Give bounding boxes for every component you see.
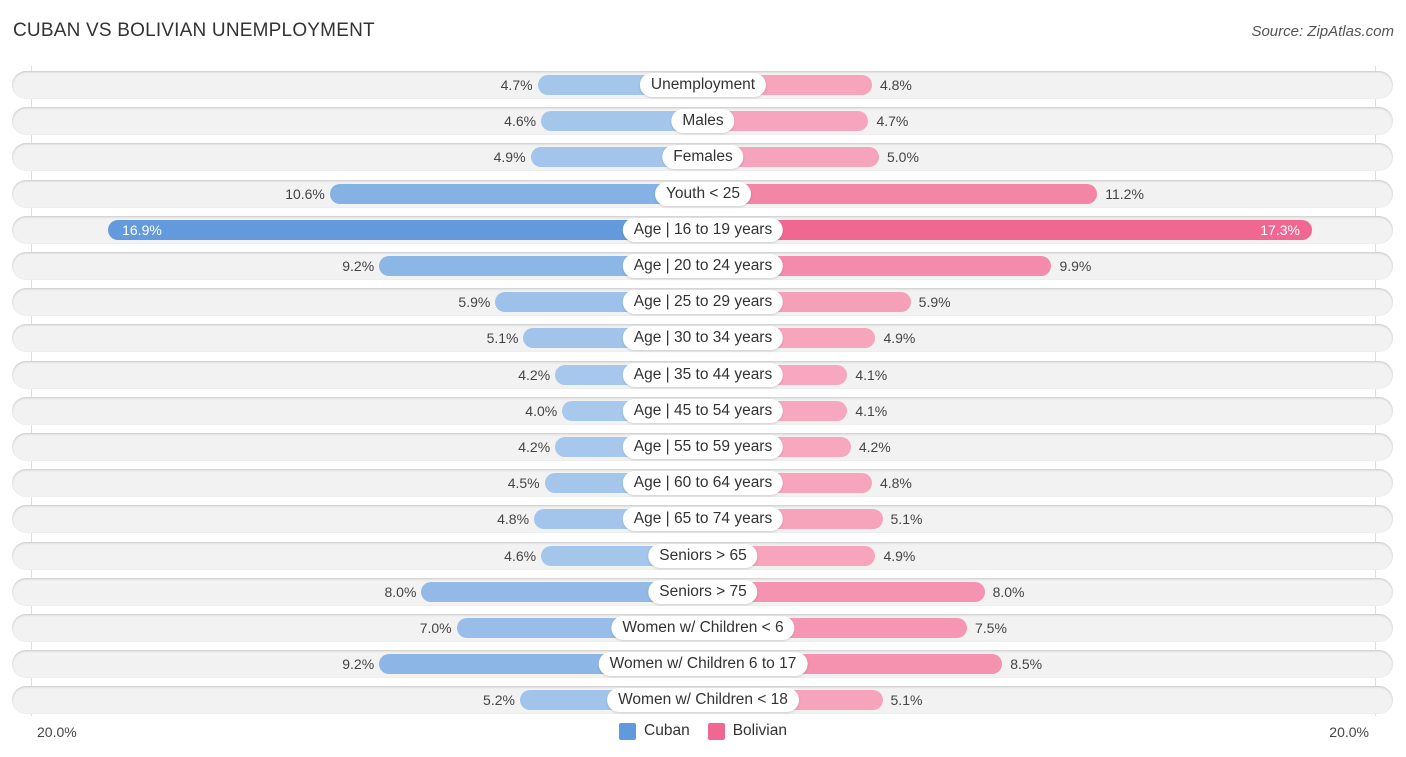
category-label: Age | 45 to 54 years [622,398,784,423]
value-label-bolivian: 7.5% [975,620,1007,636]
category-label: Age | 65 to 74 years [622,507,784,532]
value-label-cuban: 4.8% [497,511,530,528]
value-label-cuban: 9.2% [342,258,375,274]
value-label-cuban: 4.5% [507,475,540,492]
category-label: Females [662,145,744,170]
value-label-bolivian: 11.2% [1105,185,1144,202]
value-label-bolivian: 8.0% [992,583,1025,600]
category-label: Women w/ Children < 6 [611,616,795,640]
value-label-cuban: 4.6% [504,113,537,130]
value-label-bolivian: 5.0% [887,149,919,166]
bar-bolivian[interactable] [703,219,1312,240]
value-label-cuban: 10.6% [285,185,325,202]
category-label: Age | 60 to 64 years [622,471,784,496]
value-label-cuban: 9.2% [342,656,375,673]
category-label: Age | 20 to 24 years [622,254,784,278]
chart-area: 4.7% 4.8% Unemployment 4.6% 4.7% Males 4.9% 5.0… [0,0,1406,757]
category-label: Age | 35 to 44 years [622,362,784,387]
value-label-cuban: 4.0% [525,402,558,419]
value-label-bolivian: 4.9% [883,547,916,564]
value-label-cuban: 4.9% [493,149,526,166]
value-label-cuban: 4.2% [518,366,551,383]
category-label: Youth < 25 [655,181,751,206]
value-label-cuban: 5.1% [486,330,519,347]
bar-cuban[interactable] [108,219,703,240]
category-label: Age | 16 to 19 years [622,217,784,242]
category-label: Age | 25 to 29 years [622,290,784,315]
value-label-bolivian: 5.9% [918,294,951,311]
legend-label-cuban: Cuban [644,722,690,739]
bar-bolivian[interactable] [703,183,1098,204]
value-label-bolivian: 5.1% [890,692,923,709]
legend-swatch-cuban [619,722,637,740]
category-label: Women w/ Children 6 to 17 [598,652,808,677]
value-label-bolivian: 4.8% [879,77,912,93]
value-label-bolivian: 17.3% [1260,221,1300,238]
value-label-bolivian: 4.1% [855,366,888,383]
legend-item-cuban[interactable]: Cuban [619,722,690,740]
value-label-cuban: 16.9% [122,221,162,238]
category-label: Unemployment [639,73,767,97]
legend-swatch-bolivian [707,722,725,740]
category-label: Age | 55 to 59 years [622,435,784,459]
value-label-cuban: 7.0% [419,620,452,636]
value-label-bolivian: 9.9% [1059,258,1092,274]
value-label-bolivian: 4.9% [883,330,916,347]
bar-cuban[interactable] [329,183,703,204]
value-label-bolivian: 4.7% [876,113,909,130]
legend-label-bolivian: Bolivian [732,722,787,739]
value-label-bolivian: 4.1% [855,402,888,419]
value-label-cuban: 8.0% [384,583,417,600]
category-label: Seniors > 75 [648,579,758,604]
value-label-cuban: 4.6% [504,547,537,564]
value-label-bolivian: 4.2% [858,439,891,455]
category-label: Women w/ Children < 18 [607,688,799,713]
legend-item-bolivian[interactable]: Bolivian [707,722,787,740]
value-label-bolivian: 8.5% [1010,656,1043,673]
value-label-bolivian: 5.1% [890,511,923,528]
category-label: Age | 30 to 34 years [622,326,784,351]
category-label: Males [671,109,735,134]
value-label-cuban: 5.2% [483,692,515,709]
category-label: Seniors > 65 [648,543,758,568]
value-label-cuban: 5.9% [458,294,491,311]
legend: Cuban Bolivian [0,722,1406,740]
value-label-cuban: 4.2% [518,439,551,455]
value-label-cuban: 4.7% [500,77,533,93]
value-label-bolivian: 4.8% [879,475,912,492]
